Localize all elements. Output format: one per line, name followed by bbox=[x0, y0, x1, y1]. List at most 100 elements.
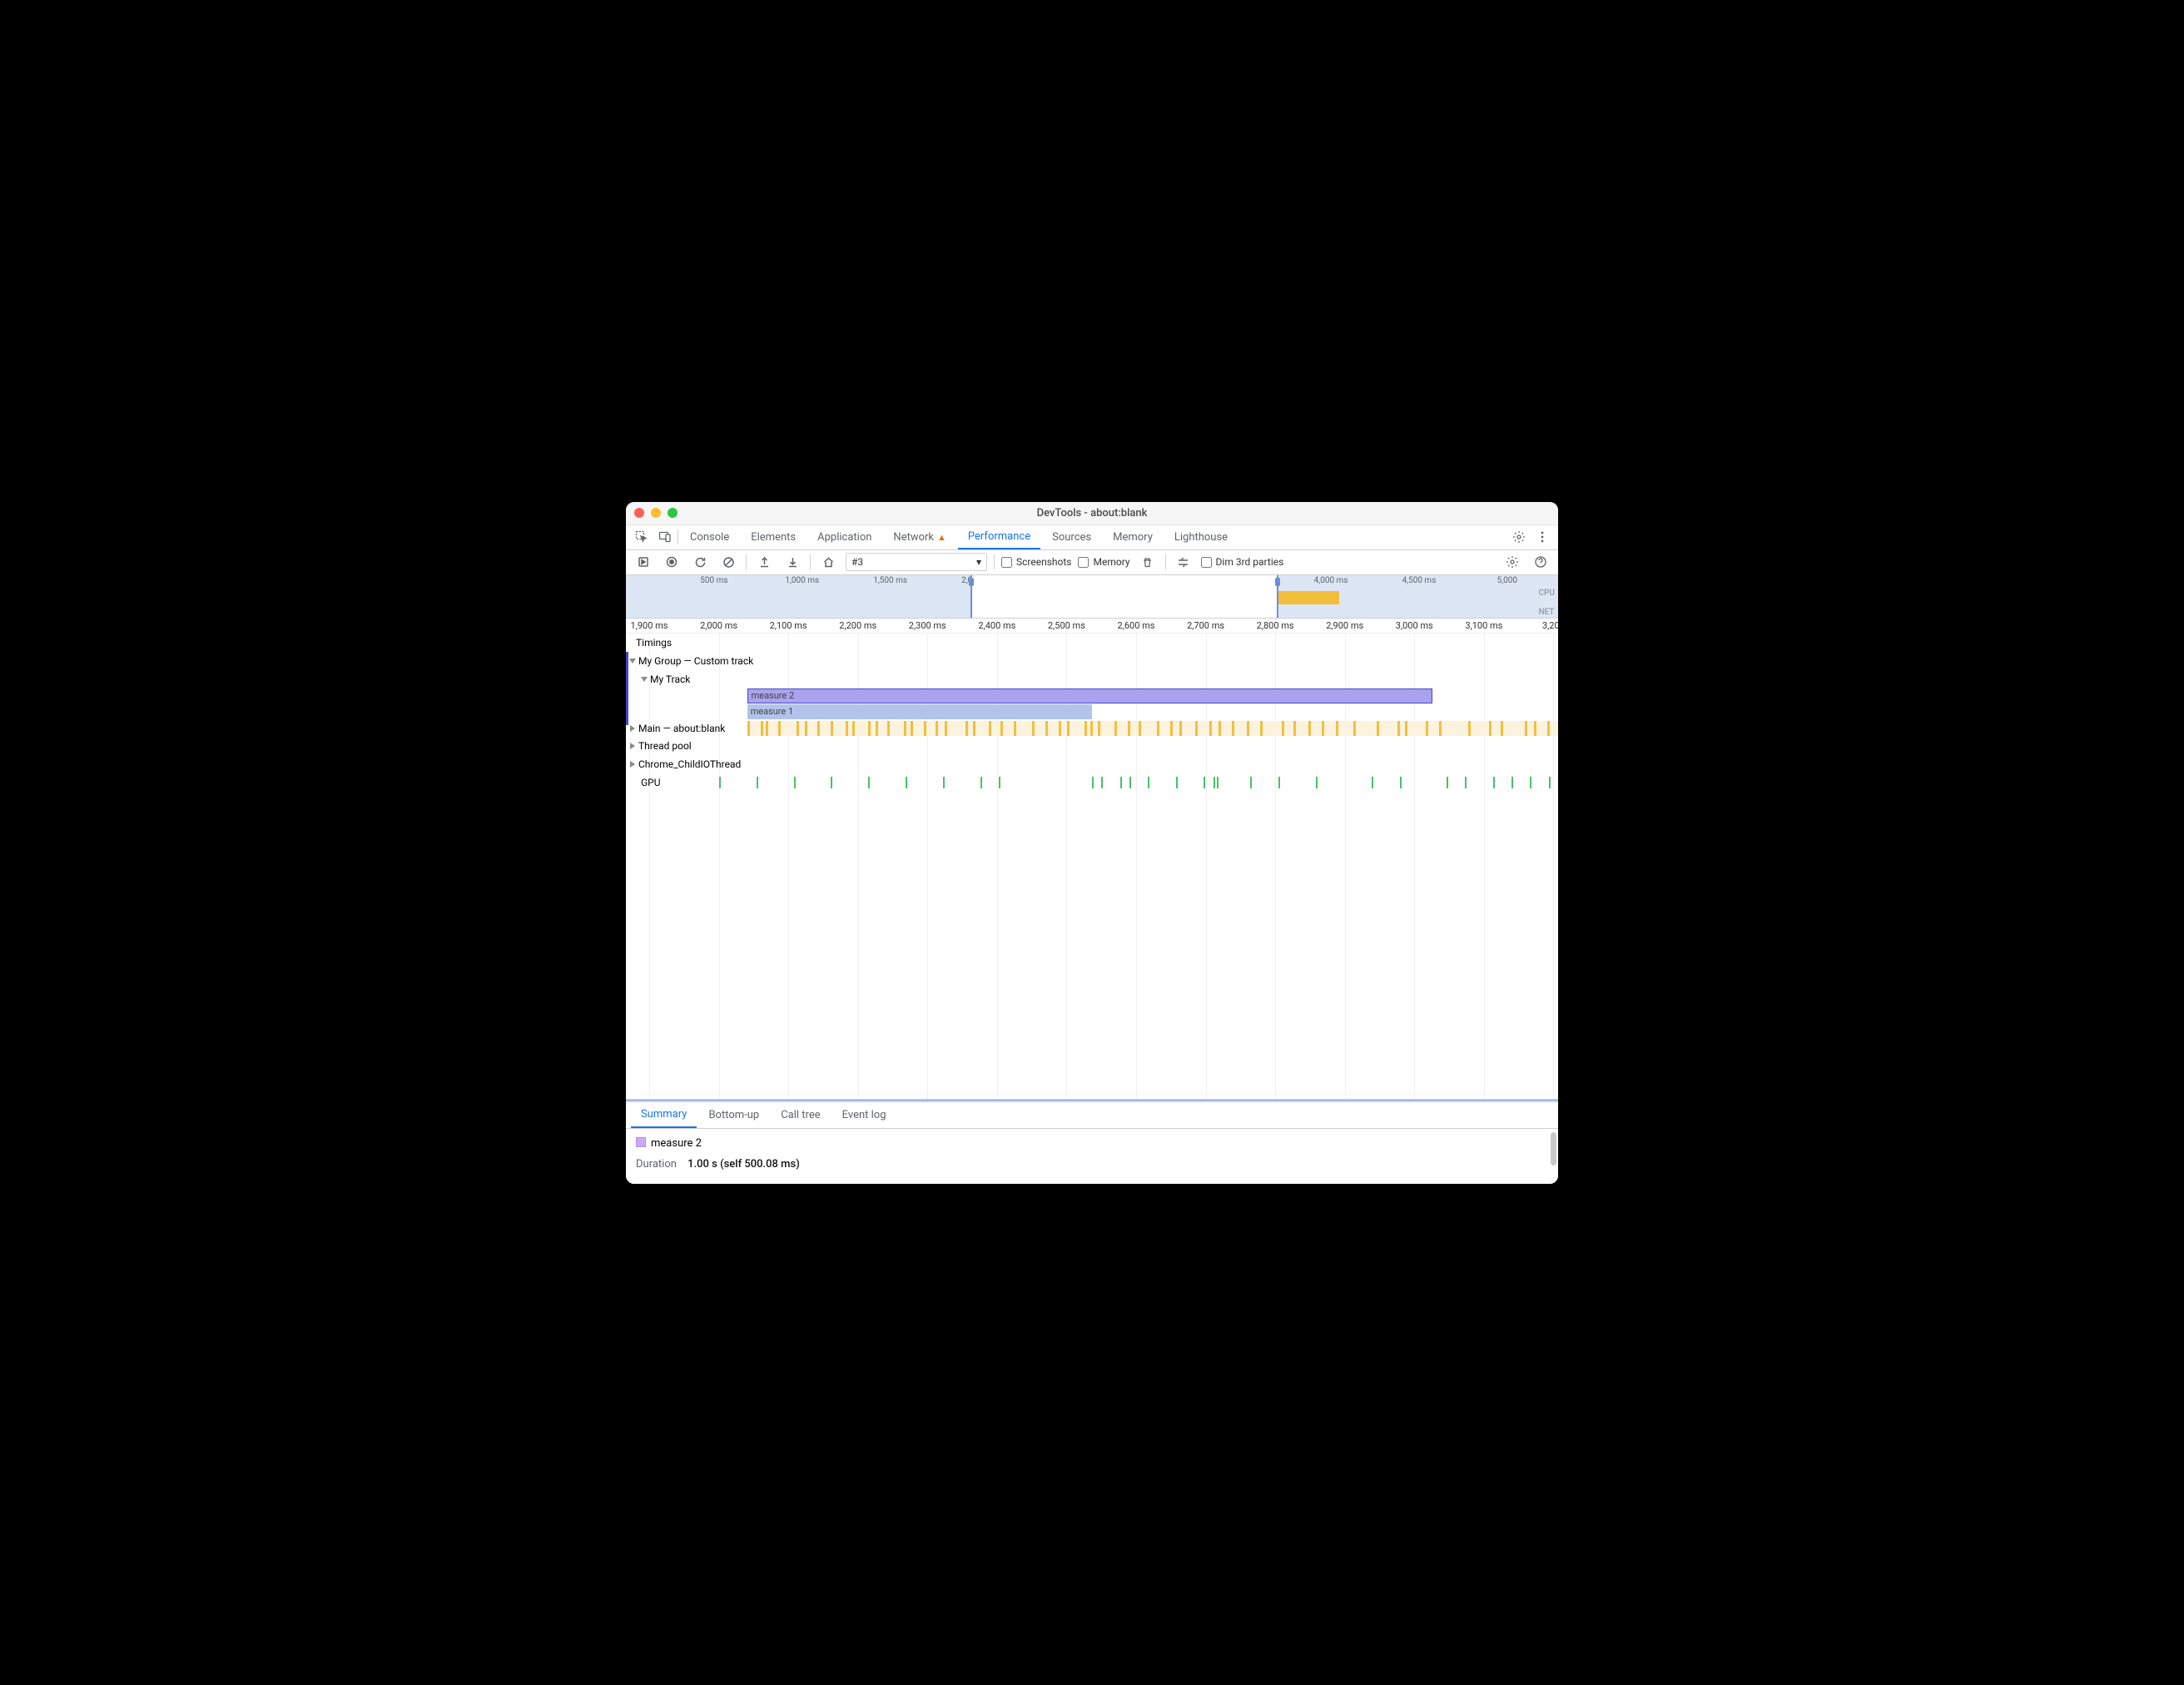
gpu-task-bar[interactable] bbox=[1511, 777, 1513, 788]
task-bar[interactable] bbox=[868, 721, 871, 736]
gpu-task-bar[interactable] bbox=[1250, 777, 1252, 788]
threadpool-row[interactable]: Thread pool bbox=[626, 737, 1558, 755]
dim-checkbox[interactable]: Dim 3rd parties bbox=[1201, 556, 1284, 568]
task-bar[interactable] bbox=[1525, 721, 1527, 736]
task-bar[interactable] bbox=[1195, 721, 1198, 736]
disclosure-triangle-icon[interactable] bbox=[630, 761, 635, 768]
details-tab-calltree[interactable]: Call tree bbox=[771, 1101, 830, 1128]
task-bar[interactable] bbox=[989, 721, 991, 736]
task-bar[interactable] bbox=[761, 721, 763, 736]
childio-row[interactable]: Chrome_ChildIOThread bbox=[626, 755, 1558, 773]
gpu-task-bar[interactable] bbox=[1447, 777, 1448, 788]
task-bar[interactable] bbox=[1059, 721, 1061, 736]
task-bar[interactable] bbox=[846, 721, 848, 736]
gpu-task-bar[interactable] bbox=[757, 777, 758, 788]
details-tab-summary[interactable]: Summary bbox=[631, 1101, 697, 1128]
gpu-task-bar[interactable] bbox=[1400, 777, 1402, 788]
task-bar[interactable] bbox=[1405, 721, 1407, 736]
gpu-task-bar[interactable] bbox=[1148, 777, 1149, 788]
tab-network[interactable]: Network▲ bbox=[883, 524, 956, 549]
reload-icon[interactable] bbox=[689, 551, 711, 573]
task-bar[interactable] bbox=[1209, 721, 1212, 736]
overview-selection[interactable] bbox=[970, 575, 1278, 618]
task-bar[interactable] bbox=[1547, 721, 1550, 736]
gpu-task-bar[interactable] bbox=[1493, 777, 1495, 788]
download-icon[interactable] bbox=[782, 551, 803, 573]
task-bar[interactable] bbox=[1397, 721, 1400, 736]
task-bar[interactable] bbox=[1322, 721, 1324, 736]
measure-1-bar[interactable]: measure 1 bbox=[747, 704, 1092, 719]
gpu-task-bar[interactable] bbox=[831, 777, 832, 788]
help-icon[interactable] bbox=[1530, 551, 1551, 573]
memory-checkbox[interactable]: Memory bbox=[1078, 556, 1129, 568]
task-bar[interactable] bbox=[1353, 721, 1356, 736]
scrollbar-thumb[interactable] bbox=[1551, 1132, 1556, 1166]
minimize-window-icon[interactable] bbox=[651, 508, 661, 518]
gpu-row[interactable]: GPU bbox=[626, 773, 1558, 792]
selection-handle-right[interactable] bbox=[1275, 578, 1280, 586]
gpu-task-bar[interactable] bbox=[1549, 777, 1551, 788]
task-bar[interactable] bbox=[1247, 721, 1249, 736]
task-bar[interactable] bbox=[1219, 721, 1221, 736]
tab-console[interactable]: Console bbox=[680, 524, 739, 549]
disclosure-triangle-icon[interactable] bbox=[641, 677, 648, 682]
gpu-task-bar[interactable] bbox=[1530, 777, 1531, 788]
task-bar[interactable] bbox=[1114, 721, 1117, 736]
task-bar[interactable] bbox=[1067, 721, 1070, 736]
task-bar[interactable] bbox=[1139, 721, 1141, 736]
task-bar[interactable] bbox=[973, 721, 975, 736]
gpu-task-bar[interactable] bbox=[999, 777, 1000, 788]
task-bar[interactable] bbox=[1308, 721, 1311, 736]
gpu-task-bar[interactable] bbox=[868, 777, 870, 788]
main-row[interactable]: Main — about:blank bbox=[626, 720, 1558, 737]
task-bar[interactable] bbox=[904, 721, 906, 736]
measure-2-bar[interactable]: measure 2 bbox=[747, 688, 1432, 703]
task-bar[interactable] bbox=[817, 721, 820, 736]
task-bar[interactable] bbox=[1336, 721, 1338, 736]
device-toolbar-icon[interactable] bbox=[654, 526, 676, 548]
zoom-window-icon[interactable] bbox=[668, 508, 678, 518]
task-bar[interactable] bbox=[766, 721, 768, 736]
inspect-element-icon[interactable] bbox=[631, 526, 653, 548]
task-bar[interactable] bbox=[965, 721, 968, 736]
task-bar[interactable] bbox=[1014, 721, 1016, 736]
tab-performance[interactable]: Performance bbox=[958, 524, 1040, 549]
gpu-task-bar[interactable] bbox=[794, 777, 796, 788]
task-bar[interactable] bbox=[1032, 721, 1035, 736]
task-bar[interactable] bbox=[1282, 721, 1284, 736]
task-bar[interactable] bbox=[1232, 721, 1234, 736]
close-window-icon[interactable] bbox=[634, 508, 644, 518]
task-bar[interactable] bbox=[1260, 721, 1263, 736]
disclosure-triangle-icon[interactable] bbox=[630, 743, 635, 749]
shortcuts-icon[interactable] bbox=[1173, 551, 1194, 573]
perf-settings-icon[interactable] bbox=[1502, 551, 1523, 573]
gpu-task-bar[interactable] bbox=[1092, 777, 1094, 788]
gpu-lane[interactable] bbox=[626, 775, 1558, 790]
tab-application[interactable]: Application bbox=[807, 524, 881, 549]
task-bar[interactable] bbox=[936, 721, 938, 736]
task-bar[interactable] bbox=[911, 721, 913, 736]
more-menu-icon[interactable] bbox=[1531, 526, 1553, 548]
gpu-task-bar[interactable] bbox=[1372, 777, 1373, 788]
task-bar[interactable] bbox=[1293, 721, 1296, 736]
task-bar[interactable] bbox=[1489, 721, 1492, 736]
recording-select[interactable]: #3 ▾ bbox=[846, 553, 987, 571]
gc-icon[interactable] bbox=[1137, 551, 1159, 573]
task-bar[interactable] bbox=[1085, 721, 1087, 736]
task-bar[interactable] bbox=[1377, 721, 1379, 736]
clear-icon[interactable] bbox=[717, 551, 739, 573]
task-bar[interactable] bbox=[1534, 721, 1536, 736]
screenshots-checkbox[interactable]: Screenshots bbox=[1001, 556, 1071, 568]
task-bar[interactable] bbox=[1045, 721, 1048, 736]
task-bar[interactable] bbox=[1157, 721, 1159, 736]
task-bar[interactable] bbox=[1170, 721, 1173, 736]
task-bar[interactable] bbox=[887, 721, 890, 736]
disclosure-triangle-icon[interactable] bbox=[630, 725, 635, 732]
task-bar[interactable] bbox=[1128, 721, 1130, 736]
task-bar[interactable] bbox=[945, 721, 947, 736]
main-thread-lane[interactable] bbox=[747, 721, 1558, 736]
home-icon[interactable] bbox=[817, 551, 839, 573]
task-bar[interactable] bbox=[831, 721, 833, 736]
disclosure-triangle-icon[interactable] bbox=[629, 659, 636, 664]
settings-icon[interactable] bbox=[1508, 526, 1530, 548]
